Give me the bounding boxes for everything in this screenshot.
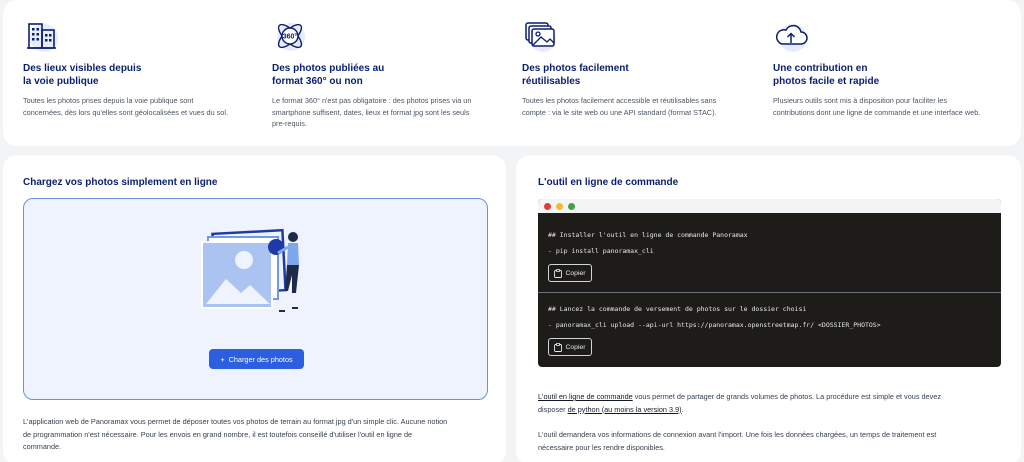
plus-icon: + [220, 354, 225, 364]
terminal-window: ## Installer l'outil en ligne de command… [538, 199, 1001, 367]
copy-label: Copier [565, 269, 586, 277]
features-card: Des lieux visibles depuis la voie publiqu… [3, 0, 1021, 146]
terminal-command[interactable]: - pip install panoramax_cli [548, 243, 991, 259]
images-stack-icon [525, 22, 556, 52]
upload-photos-button[interactable]: + Charger des photos [209, 349, 304, 369]
clipboard-icon [554, 342, 563, 352]
minimize-dot-icon [556, 202, 563, 210]
copy-upload-button[interactable]: Copier [548, 338, 592, 356]
feature-title: Une contribution en photos facile et rapi… [773, 63, 880, 87]
copy-label: Copier [565, 343, 586, 351]
cloud-upload-icon [776, 24, 808, 52]
clipboard-icon [554, 268, 563, 278]
cli-title: L'outil en ligne de commande [538, 177, 679, 188]
upload-dropzone[interactable]: + Charger des photos [23, 198, 488, 400]
feature-title: Des photos facilement réutilisables [522, 63, 629, 87]
svg-text:360°: 360° [283, 33, 298, 41]
feature-title: Des lieux visibles depuis la voie publiqu… [23, 63, 142, 87]
terminal-command[interactable]: - panoramax_cli upload --api-url https:/… [548, 317, 991, 333]
close-dot-icon [544, 202, 551, 210]
upload-title: Chargez vos photos simplement en ligne [23, 177, 218, 188]
maximize-dot-icon [568, 202, 575, 210]
feature-reusable-photos: Des photos facilement réutilisables Toute… [522, 18, 752, 118]
terminal-titlebar [538, 199, 1001, 213]
feature-description: Le format 360° n'est pas obligatoire : d… [272, 96, 472, 128]
copy-install-button[interactable]: Copier [548, 264, 592, 282]
upload-description: L'application web de Panoramax vous perm… [23, 417, 448, 451]
terminal-comment: ## Installer l'outil en ligne de command… [548, 231, 748, 239]
cli-card: L'outil en ligne de commande ## Installe… [516, 155, 1021, 462]
feature-description: Toutes les photos prises depuis la voie … [23, 96, 229, 117]
buildings-icon [27, 23, 58, 52]
upload-button-label: Charger des photos [228, 354, 293, 364]
upload-card: Chargez vos photos simplement en ligne +… [3, 155, 506, 462]
photo-360-icon: 360° [277, 23, 305, 51]
python-link[interactable]: de python (au moins la version 3.9) [568, 405, 682, 414]
feature-description: Toutes les photos facilement accessible … [522, 96, 717, 117]
cli-description-1: L'outil en ligne de commande vous permet… [538, 392, 941, 414]
feature-description: Plusieurs outils sont mis à disposition … [773, 96, 981, 117]
feature-visible-places: Des lieux visibles depuis la voie publiqu… [23, 18, 253, 118]
terminal-block-install: ## Installer l'outil en ligne de command… [538, 213, 1001, 282]
cli-tool-link[interactable]: L'outil en ligne de commande [538, 392, 633, 401]
feature-easy-contribution: Une contribution en photos facile et rapi… [773, 18, 1003, 118]
cli-description-2: L'outil demandera vos informations de co… [538, 430, 937, 452]
upload-illustration [201, 228, 299, 312]
feature-360-photos: 360° Des photos publiées au format 360° o… [272, 18, 502, 130]
terminal-block-upload: ## Lancez la commande de versement de ph… [538, 293, 1001, 356]
feature-title: Des photos publiées au format 360° ou non [272, 63, 385, 87]
terminal-comment: ## Lancez la commande de versement de ph… [548, 305, 807, 313]
